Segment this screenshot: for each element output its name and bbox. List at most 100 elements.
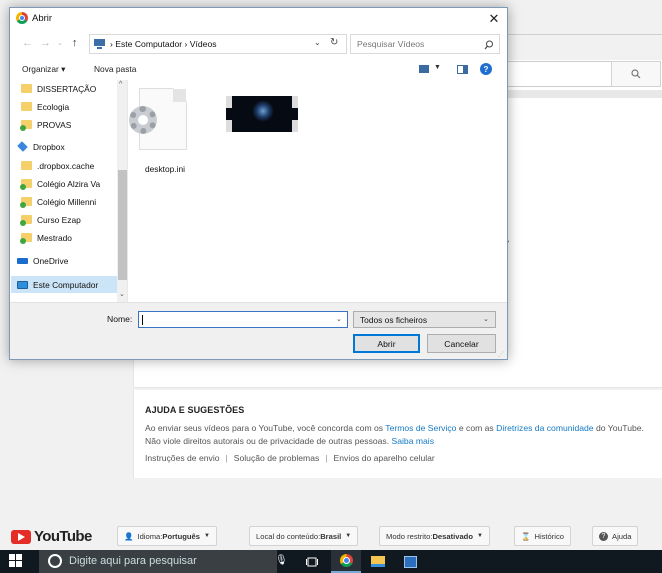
nav-item-este-computador[interactable]: Este Computador [11, 276, 117, 293]
chevron-down-icon: ⌄ [483, 316, 489, 323]
file-name-label: Nome: [107, 314, 133, 324]
folder-icon [21, 161, 32, 170]
chevron-down-icon[interactable]: ⌄ [314, 38, 321, 47]
nav-item-colegio-alzira[interactable]: Colégio Alzira Va [11, 175, 117, 192]
file-type-select[interactable]: Todos os ficheiros ⌄ [353, 311, 496, 328]
search-input[interactable]: Pesquisar Vídeos [350, 34, 500, 54]
file-name-input[interactable]: ⌄ [138, 311, 348, 328]
nav-item-dropbox[interactable]: Dropbox [11, 138, 117, 155]
help-icon[interactable]: ? [480, 63, 492, 75]
folder-sync-icon [20, 197, 32, 208]
nav-item-onedrive[interactable]: OneDrive [11, 252, 117, 269]
yt-header-band [506, 90, 662, 98]
scrollbar-thumb[interactable] [118, 170, 127, 280]
cloud-icon [17, 257, 28, 264]
file-item-video[interactable] [129, 80, 309, 140]
dropbox-icon [17, 141, 28, 152]
learn-more-link[interactable]: Saiba mais [392, 436, 435, 446]
navigation-row: ← → ⌄ ↑ › Este Computador › Vídeos ⌄ ↻ P… [10, 34, 507, 56]
nav-item-dropbox-cache[interactable]: .dropbox.cache [11, 157, 117, 174]
up-arrow-icon[interactable]: ↑ [72, 37, 78, 49]
nav-item-dissertacao[interactable]: DISSERTAÇÃO [11, 80, 117, 97]
open-file-dialog: Abrir ✕ ← → ⌄ ↑ › Este Computador › Víde… [9, 7, 508, 360]
nav-item-curso-ezap[interactable]: Curso Ezap [11, 211, 117, 228]
folder-sync-icon [20, 215, 32, 226]
video-thumbnail-icon [226, 96, 298, 132]
location-button[interactable]: Local do conteúdo: Brasil ▼ [249, 526, 359, 546]
help-title: AJUDA E SUGESTÕES [145, 405, 245, 415]
yt-search-button[interactable] [611, 61, 661, 87]
troubleshooting-link[interactable]: Solução de problemas [234, 453, 320, 463]
help-links: Instruções de envio | Solução de problemas… [145, 453, 435, 463]
caret-down-icon: ▼ [345, 533, 352, 539]
youtube-wordmark: YouTube [34, 528, 92, 545]
terms-link[interactable]: Termos de Serviço [385, 423, 456, 433]
recent-chevron-icon[interactable]: ⌄ [57, 39, 63, 47]
address-bar[interactable]: › Este Computador › Vídeos ⌄ ↻ [89, 34, 347, 54]
nav-scrollbar[interactable]: ^ ⌄ [117, 80, 127, 302]
search-icon [484, 40, 493, 50]
outlook-icon[interactable] [395, 550, 425, 573]
terms-text: Ao enviar seus vídeos para o YouTube, vo… [145, 423, 644, 433]
file-name: desktop.ini [144, 164, 186, 174]
new-folder-button[interactable]: Nova pasta [94, 64, 136, 74]
dialog-footer: Nome: ⌄ Todos os ficheiros ⌄ Abrir Cance… [10, 302, 507, 359]
dialog-toolbar: Organizar ▾ Nova pasta ▼ ? [10, 61, 507, 79]
folder-sync-icon [20, 179, 32, 190]
nav-item-provas[interactable]: PROVAS [11, 116, 117, 133]
page-divider [506, 34, 662, 35]
mobile-uploads-link[interactable]: Envios do aparelho celular [334, 453, 435, 463]
microphone-icon[interactable]: 🎙 [275, 555, 288, 566]
organize-menu[interactable]: Organizar ▾ [22, 64, 65, 74]
help-button[interactable]: ? Ajuda [592, 526, 639, 546]
yt-footer: YouTube 👤 Idioma: Português ▼ Local do con… [0, 520, 662, 550]
history-button[interactable]: ⌛ Histórico [514, 526, 572, 546]
file-list: desktop.ini [129, 80, 507, 302]
open-button[interactable]: Abrir [353, 334, 420, 353]
chrome-icon [16, 12, 28, 24]
copyright-text: Não viole direitos autorais ou de privac… [145, 436, 435, 446]
help-section: AJUDA E SUGESTÕES Ao enviar seus vídeos … [133, 390, 662, 478]
cancel-button[interactable]: Cancelar [427, 334, 496, 353]
navigation-pane: DISSERTAÇÃO Ecologia PROVAS Dropbox .dro… [11, 80, 128, 302]
view-options-icon[interactable] [419, 65, 429, 73]
computer-icon [94, 39, 105, 49]
chrome-taskbar-icon[interactable] [331, 550, 361, 573]
nav-item-colegio-millennium[interactable]: Colégio Millenni [11, 193, 117, 210]
nav-item-ecologia[interactable]: Ecologia [11, 98, 117, 115]
guidelines-link[interactable]: Diretrizes da comunidade [496, 423, 593, 433]
search-icon [631, 69, 641, 79]
windows-start-icon[interactable] [9, 554, 23, 568]
folder-icon [21, 102, 32, 111]
caret-down-icon: ▼ [476, 533, 483, 539]
nav-item-mestrado[interactable]: Mestrado [11, 229, 117, 246]
close-button[interactable]: ✕ [485, 10, 503, 28]
resize-grip-icon[interactable]: ⋰ [498, 351, 504, 358]
youtube-logo[interactable]: YouTube [11, 528, 92, 545]
preview-pane-icon[interactable] [457, 65, 468, 74]
forward-arrow-icon[interactable]: → [40, 37, 51, 49]
caret-down-icon: ▼ [203, 533, 210, 539]
dialog-titlebar[interactable]: Abrir ✕ [10, 8, 507, 30]
restricted-mode-button[interactable]: Modo restrito: Desativado ▼ [379, 526, 490, 546]
folder-sync-icon [20, 233, 32, 244]
taskbar-search[interactable]: Digite aqui para pesquisar [39, 550, 277, 573]
file-explorer-icon[interactable] [363, 550, 393, 573]
chevron-down-icon[interactable]: ⌄ [336, 315, 342, 323]
language-icon: 👤 [124, 531, 134, 541]
folder-sync-icon [20, 120, 32, 131]
yt-search-input[interactable] [506, 61, 611, 87]
language-button[interactable]: 👤 Idioma: Português ▼ [117, 526, 217, 546]
cortana-icon [48, 554, 62, 568]
breadcrumb[interactable]: › Este Computador › Vídeos [110, 39, 217, 49]
dialog-title: Abrir [32, 13, 53, 24]
scroll-up-icon[interactable]: ^ [119, 81, 122, 88]
caret-down-icon[interactable]: ▼ [434, 64, 441, 71]
upload-instructions-link[interactable]: Instruções de envio [145, 453, 220, 463]
scroll-down-icon[interactable]: ⌄ [119, 290, 125, 298]
task-view-icon[interactable] [297, 550, 327, 573]
text-caret [142, 315, 143, 325]
back-arrow-icon[interactable]: ← [22, 37, 33, 49]
refresh-icon[interactable]: ↻ [330, 37, 338, 48]
play-icon [11, 529, 31, 544]
